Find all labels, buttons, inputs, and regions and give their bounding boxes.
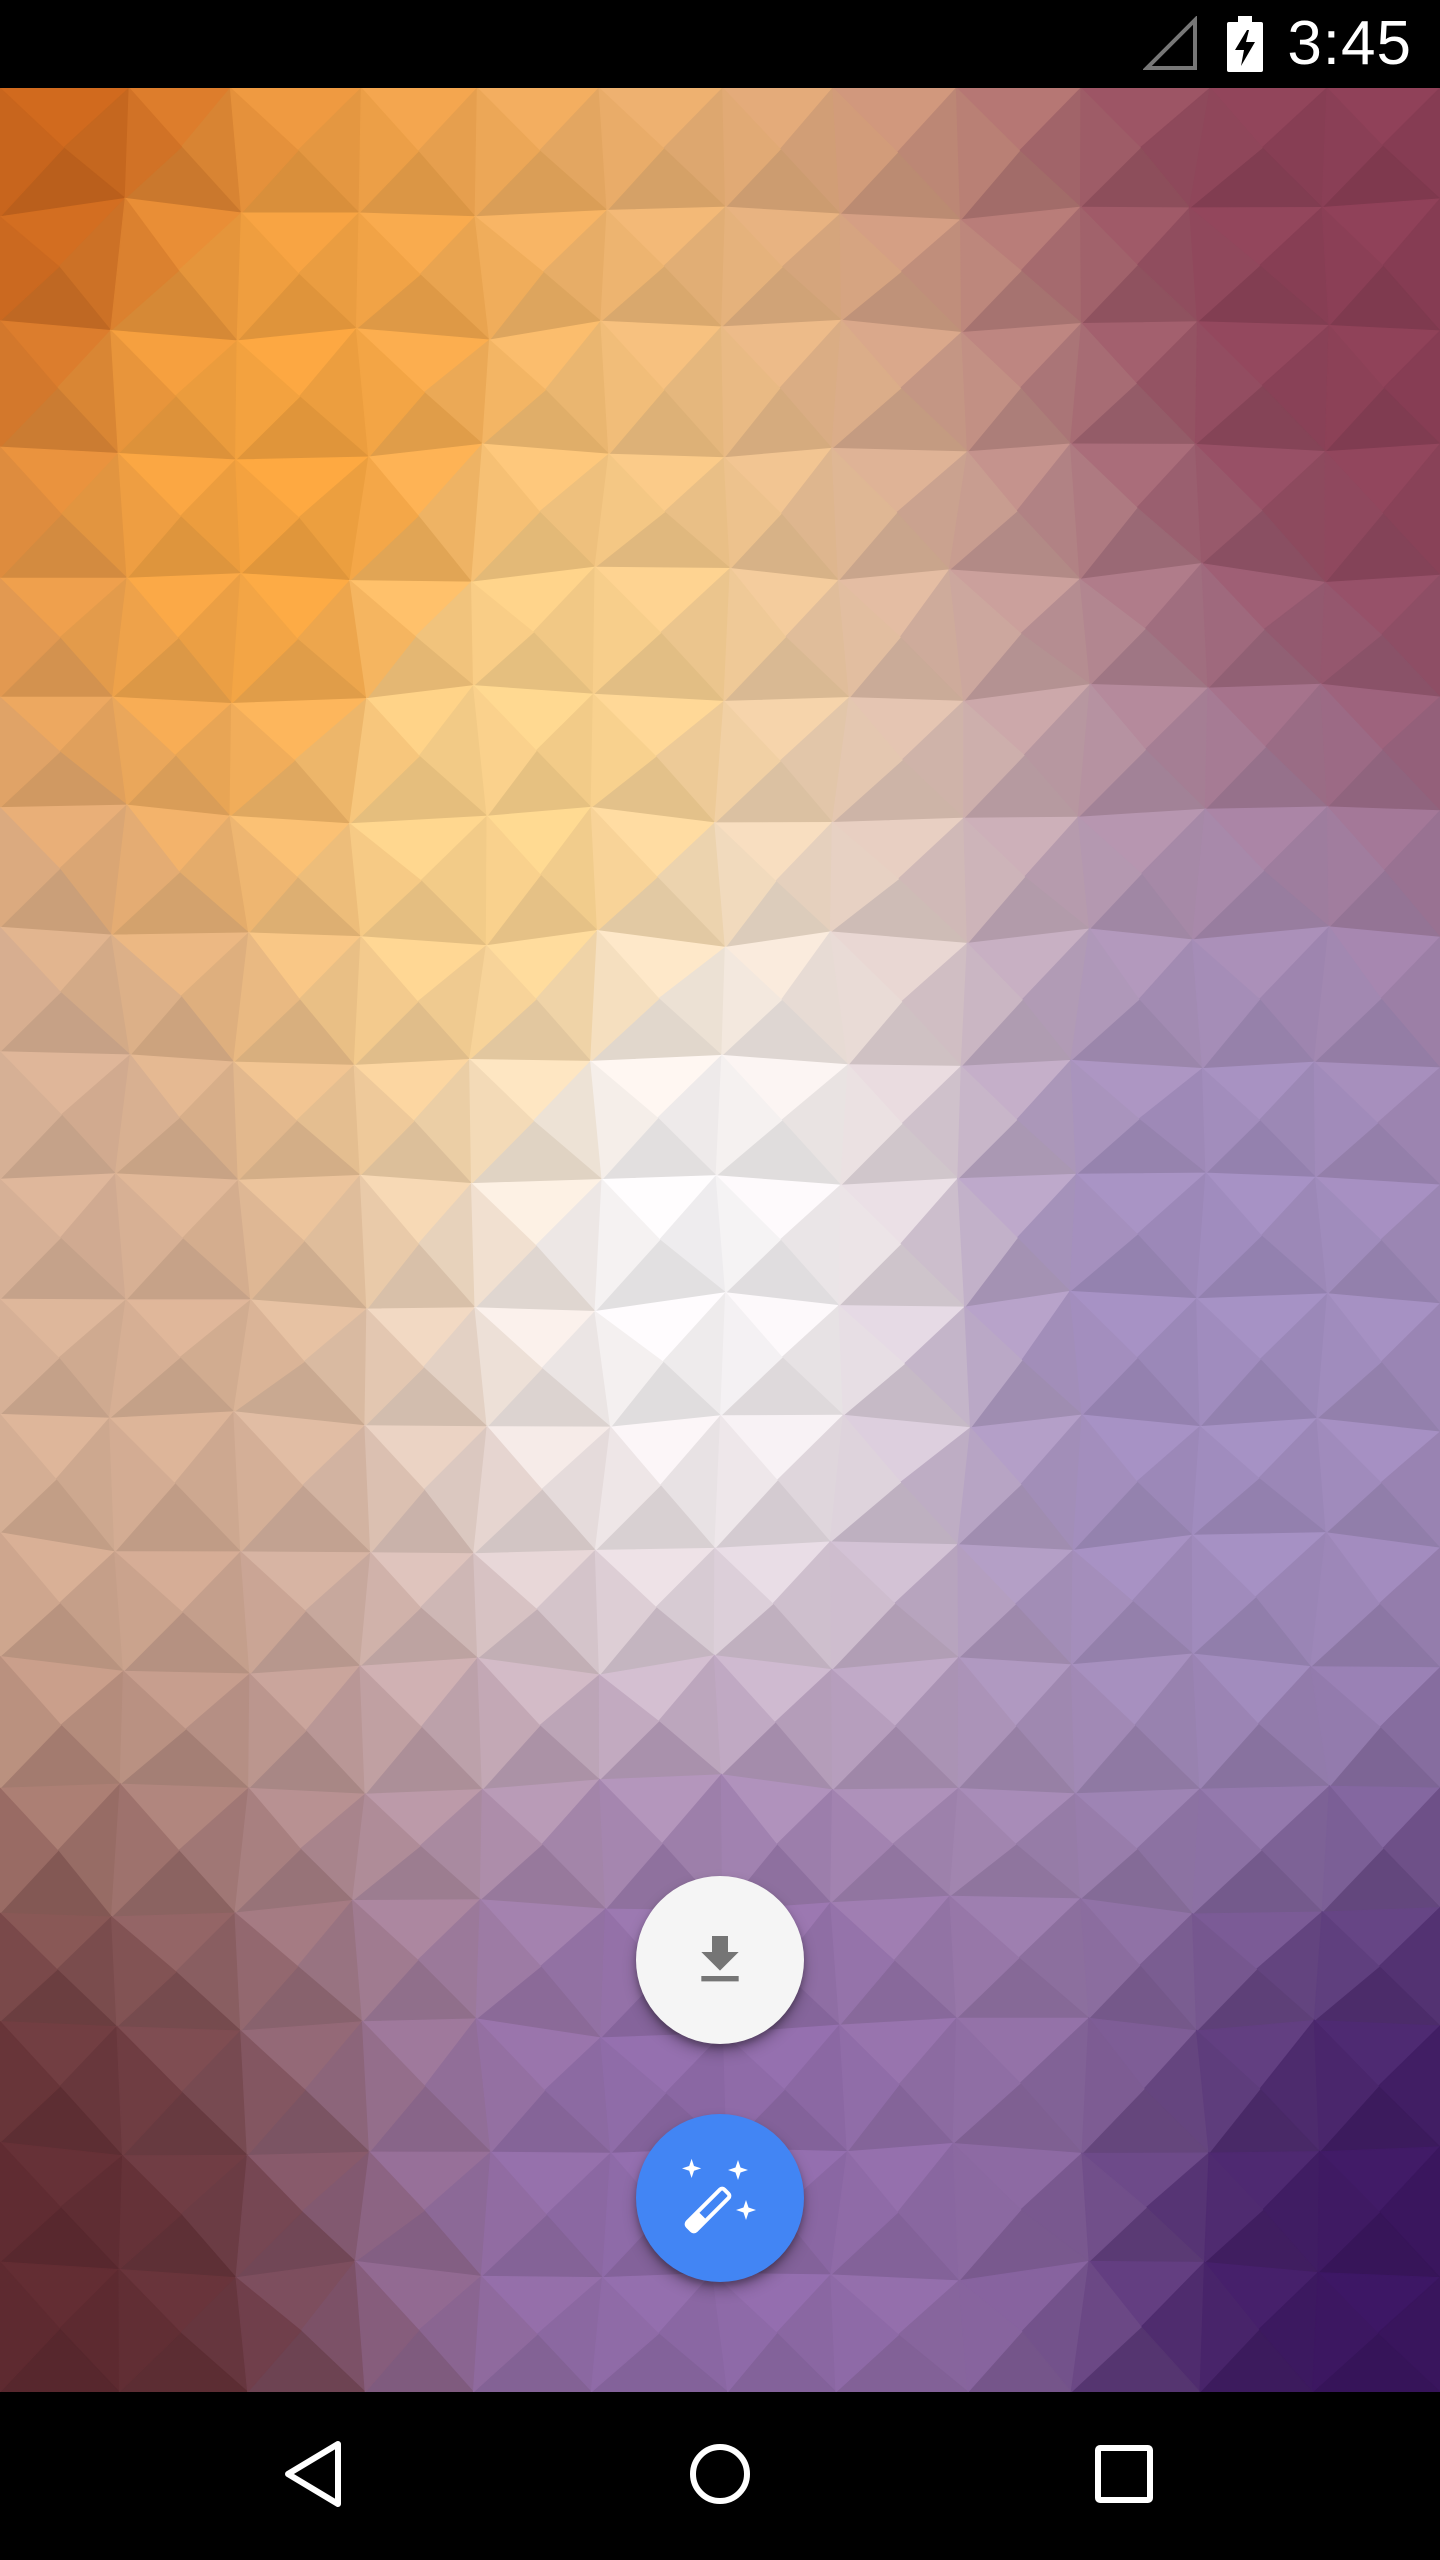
nav-back-button[interactable] bbox=[256, 2416, 376, 2536]
magic-wand-icon bbox=[678, 2156, 762, 2240]
screen: 3:45 bbox=[0, 0, 1440, 2560]
status-time: 3:45 bbox=[1287, 9, 1412, 78]
nav-recents-button[interactable] bbox=[1064, 2416, 1184, 2536]
download-button[interactable] bbox=[636, 1876, 804, 2044]
nav-home-button[interactable] bbox=[660, 2416, 780, 2536]
download-icon bbox=[688, 1928, 752, 1992]
generate-wallpaper-button[interactable] bbox=[636, 2114, 804, 2282]
back-icon bbox=[280, 2438, 352, 2515]
battery-charging-icon bbox=[1227, 16, 1264, 72]
low-poly-wallpaper-image bbox=[0, 88, 1440, 2392]
recents-icon bbox=[1088, 2438, 1160, 2515]
signal-icon bbox=[1142, 15, 1199, 72]
wallpaper-preview bbox=[0, 88, 1440, 2392]
navigation-bar bbox=[0, 2392, 1440, 2560]
home-icon bbox=[684, 2438, 756, 2515]
status-bar: 3:45 bbox=[0, 0, 1440, 88]
